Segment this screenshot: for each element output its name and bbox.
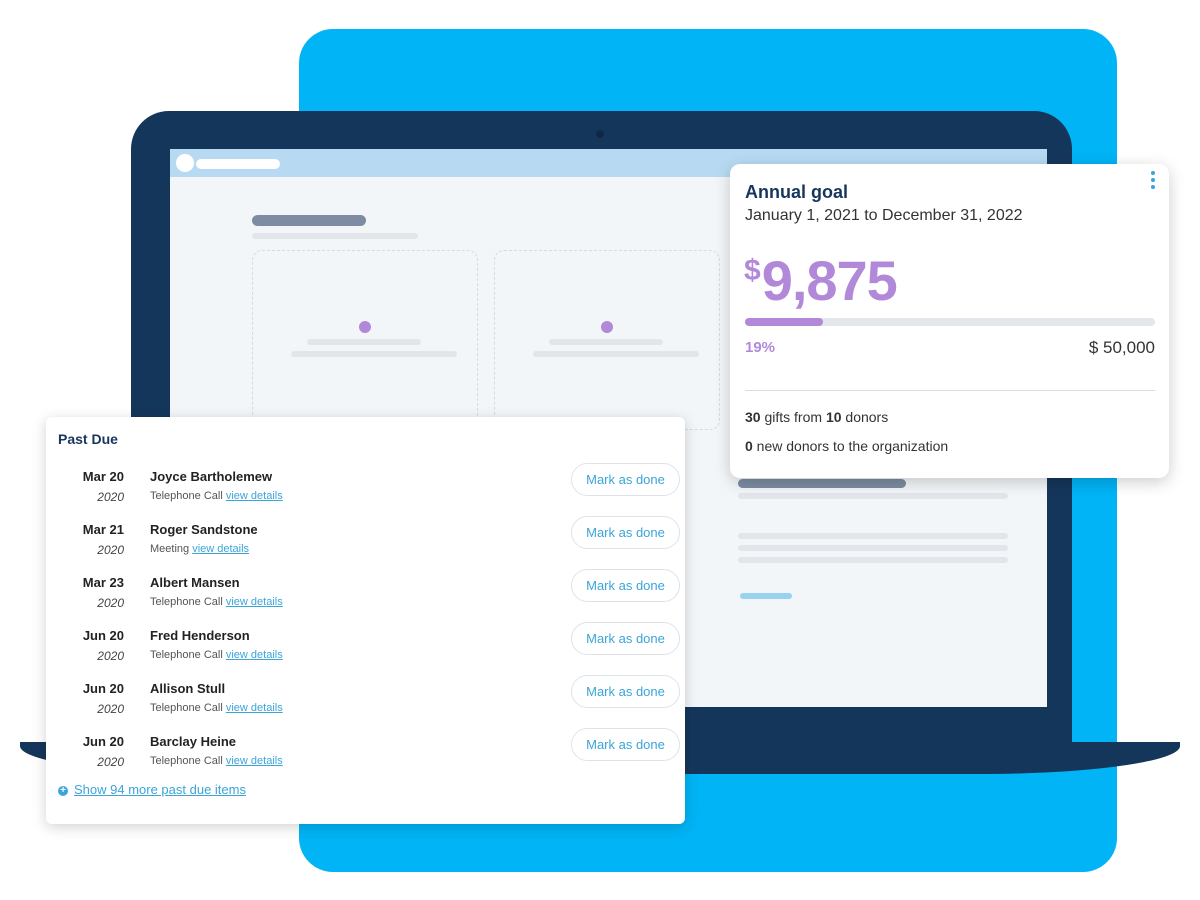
item-date: Jun 20	[82, 681, 124, 696]
view-details-link[interactable]: view details	[226, 596, 283, 608]
item-year: 2020	[97, 649, 124, 663]
placeholder-line	[738, 545, 1008, 551]
item-contact-name: Fred Henderson	[150, 628, 250, 643]
mark-as-done-button[interactable]: Mark as done	[571, 516, 680, 549]
past-due-item: Mar 23 2020 Albert Mansen Telephone Call vi…	[46, 565, 685, 618]
past-due-item: Jun 20 2020 Fred Henderson Telephone Call v…	[46, 618, 685, 671]
view-details-link[interactable]: view details	[192, 543, 249, 555]
goal-percent: 19%	[745, 339, 776, 356]
item-type-label: Telephone Call	[150, 702, 223, 714]
view-details-link[interactable]: view details	[226, 649, 283, 661]
new-donors-count: 0	[745, 438, 753, 454]
show-more-label[interactable]: Show 94 more past due items	[74, 782, 246, 797]
goal-title: Annual goal	[745, 182, 848, 202]
mark-as-done-button[interactable]: Mark as done	[571, 675, 680, 708]
item-contact-name: Joyce Bartholemew	[150, 469, 273, 484]
placeholder-card	[252, 250, 478, 430]
view-details-link[interactable]: view details	[226, 755, 283, 767]
item-year: 2020	[97, 755, 124, 769]
goal-progress-fill	[745, 318, 823, 326]
gifts-summary: 30 gifts from 10 donors	[745, 409, 888, 425]
placeholder-line	[549, 339, 663, 345]
item-contact-name: Barclay Heine	[150, 734, 236, 749]
gifts-count: 30	[745, 409, 761, 425]
placeholder-dot	[601, 321, 613, 333]
placeholder-heading	[252, 215, 366, 226]
item-activity-type: Telephone Call view details	[150, 596, 283, 608]
placeholder-line	[307, 339, 421, 345]
new-donors-text: new donors to the organization	[752, 438, 949, 454]
past-due-item: Jun 20 2020 Barclay Heine Telephone Call vi…	[46, 724, 685, 777]
item-contact-name: Allison Stull	[150, 681, 226, 696]
mark-as-done-button[interactable]: Mark as done	[571, 622, 680, 655]
mark-as-done-button[interactable]: Mark as done	[571, 463, 680, 496]
placeholder-heading	[738, 479, 906, 488]
past-due-panel: Past Due Mar 20 2020 Joyce Bartholemew Tele…	[46, 417, 685, 824]
item-activity-type: Telephone Call view details	[150, 702, 283, 714]
item-contact-name: Roger Sandstone	[150, 522, 258, 537]
item-year: 2020	[97, 596, 124, 610]
placeholder-line	[738, 493, 1008, 499]
item-date: Mar 20	[82, 469, 124, 484]
placeholder-card	[494, 250, 720, 430]
past-due-item: Mar 21 2020 Roger Sandstone Meeting view de…	[46, 512, 685, 565]
item-type-label: Telephone Call	[150, 649, 223, 661]
item-activity-type: Telephone Call view details	[150, 490, 283, 502]
goal-date-range: January 1, 2021 to December 31, 2022	[745, 207, 1023, 224]
donors-text: donors	[841, 409, 889, 425]
show-more-link[interactable]: + Show 94 more past due items	[58, 782, 246, 797]
item-year: 2020	[97, 543, 124, 557]
goal-raised-amount: $9,875	[744, 248, 898, 313]
item-type-label: Telephone Call	[150, 490, 223, 502]
placeholder-line	[738, 557, 1008, 563]
placeholder-link	[740, 593, 792, 599]
currency-symbol: $	[744, 254, 761, 287]
placeholder-line	[291, 351, 457, 357]
item-activity-type: Telephone Call view details	[150, 649, 283, 661]
placeholder-line	[533, 351, 699, 357]
plus-circle-icon: +	[58, 786, 68, 796]
item-date: Jun 20	[82, 734, 124, 749]
item-type-label: Telephone Call	[150, 596, 223, 608]
kebab-menu-icon[interactable]	[1149, 171, 1157, 193]
past-due-title: Past Due	[58, 431, 118, 447]
mark-as-done-button[interactable]: Mark as done	[571, 569, 680, 602]
item-year: 2020	[97, 702, 124, 716]
laptop-camera	[596, 130, 604, 138]
view-details-link[interactable]: view details	[226, 702, 283, 714]
item-type-label: Telephone Call	[150, 755, 223, 767]
view-details-link[interactable]: view details	[226, 490, 283, 502]
item-contact-name: Albert Mansen	[150, 575, 240, 590]
new-donors-summary: 0 new donors to the organization	[745, 438, 948, 454]
item-date: Mar 23	[82, 575, 124, 590]
item-year: 2020	[97, 490, 124, 504]
mark-as-done-button[interactable]: Mark as done	[571, 728, 680, 761]
item-type-label: Meeting	[150, 543, 190, 555]
placeholder-line	[738, 533, 1008, 539]
past-due-item: Mar 20 2020 Joyce Bartholemew Telephone Cal…	[46, 459, 685, 512]
item-activity-type: Telephone Call view details	[150, 755, 283, 767]
amount-value: 9,875	[761, 249, 898, 312]
annual-goal-card: Annual goal January 1, 2021 to December …	[730, 164, 1169, 478]
goal-progress-bar	[745, 318, 1155, 326]
gifts-text: gifts from	[760, 409, 826, 425]
placeholder-dot	[359, 321, 371, 333]
goal-target: $ 50,000	[1088, 338, 1155, 357]
item-activity-type: Meeting view details	[150, 543, 249, 555]
donors-count: 10	[825, 409, 842, 425]
past-due-item: Jun 20 2020 Allison Stull Telephone Call vi…	[46, 671, 685, 724]
placeholder-subheading	[252, 233, 418, 239]
screen-avatar	[176, 154, 194, 172]
divider	[745, 390, 1155, 391]
screen-title-placeholder	[196, 159, 280, 169]
item-date: Mar 21	[82, 522, 124, 537]
item-date: Jun 20	[82, 628, 124, 643]
